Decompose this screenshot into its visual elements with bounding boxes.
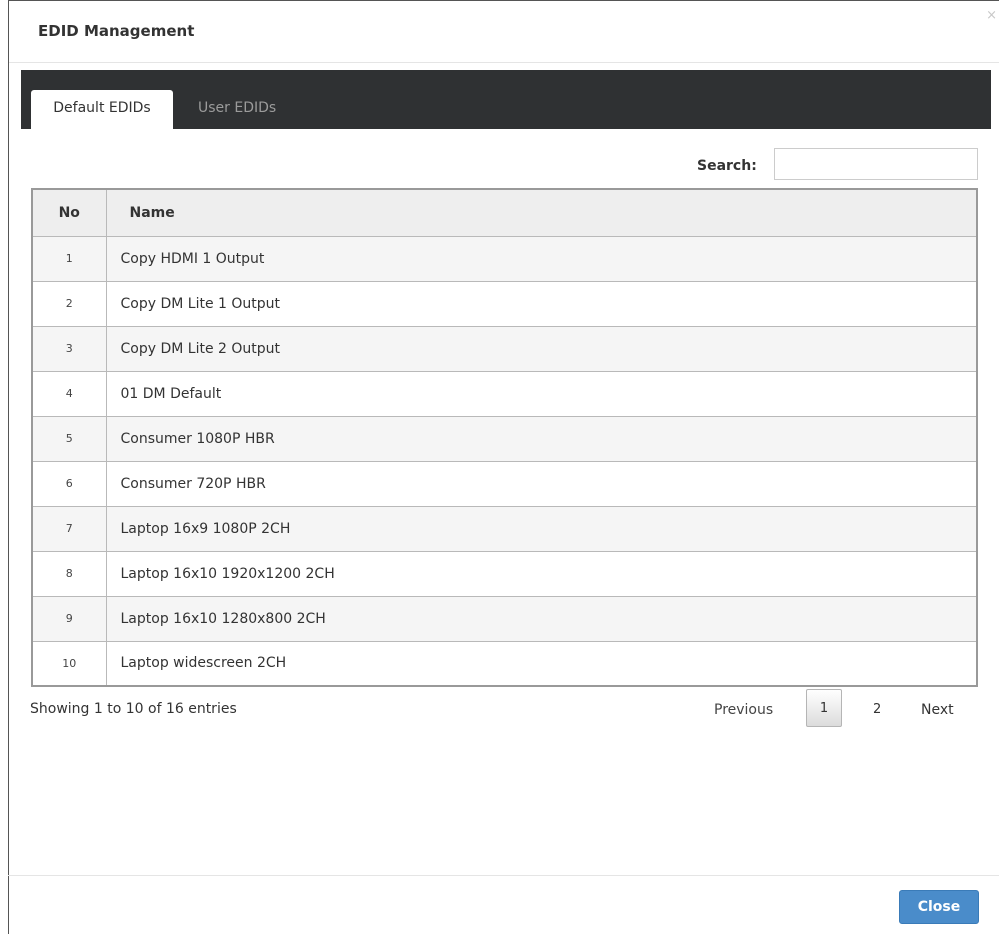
row-number: 3 [31,325,107,372]
modal-footer [8,875,999,934]
row-name: Laptop 16x10 1280x800 2CH [105,595,978,642]
row-name: Copy HDMI 1 Output [105,235,978,282]
column-header-name[interactable]: Name [105,188,978,237]
row-name: Copy DM Lite 2 Output [105,325,978,372]
modal-title: EDID Management [38,22,195,40]
row-name: Laptop 16x9 1080P 2CH [105,505,978,552]
table-row[interactable]: 9 Laptop 16x10 1280x800 2CH [31,595,978,642]
row-number: 9 [31,595,107,642]
table-row[interactable]: 3 Copy DM Lite 2 Output [31,325,978,372]
row-name: Consumer 1080P HBR [105,415,978,462]
search-input[interactable] [774,148,978,180]
pagination-next[interactable]: Next [921,702,954,718]
table-row[interactable]: 10 Laptop widescreen 2CH [31,640,978,687]
row-number: 5 [31,415,107,462]
edid-table: No Name 1 Copy HDMI 1 Output 2 Copy DM Lit… [31,188,978,687]
row-name: 01 DM Default [105,370,978,417]
table-row[interactable]: 5 Consumer 1080P HBR [31,415,978,462]
row-number: 2 [31,280,107,327]
close-button[interactable]: Close [899,890,979,924]
modal-header: EDID Management × [9,1,999,63]
table-row[interactable]: 1 Copy HDMI 1 Output [31,235,978,282]
table-row[interactable]: 7 Laptop 16x9 1080P 2CH [31,505,978,552]
table-row[interactable]: 2 Copy DM Lite 1 Output [31,280,978,327]
row-name: Copy DM Lite 1 Output [105,280,978,327]
row-name: Laptop widescreen 2CH [105,640,978,687]
pagination-page-1[interactable]: 1 [806,689,842,727]
tab-bar: Default EDIDs User EDIDs [21,70,991,129]
table-info: Showing 1 to 10 of 16 entries [30,701,237,717]
column-header-no[interactable]: No [31,188,107,237]
tab-default-edids[interactable]: Default EDIDs [31,90,173,129]
table-header-row: No Name [31,188,978,237]
tab-user-edids[interactable]: User EDIDs [198,90,276,129]
table-row[interactable]: 8 Laptop 16x10 1920x1200 2CH [31,550,978,597]
close-icon[interactable]: × [986,9,997,22]
pagination-page-2[interactable]: 2 [873,702,881,717]
row-number: 7 [31,505,107,552]
row-number: 4 [31,370,107,417]
row-name: Consumer 720P HBR [105,460,978,507]
row-number: 8 [31,550,107,597]
search-label: Search: [697,158,757,174]
pagination-previous[interactable]: Previous [714,702,773,718]
row-number: 6 [31,460,107,507]
table-row[interactable]: 4 01 DM Default [31,370,978,417]
row-number: 10 [31,640,107,687]
table-row[interactable]: 6 Consumer 720P HBR [31,460,978,507]
row-number: 1 [31,235,107,282]
row-name: Laptop 16x10 1920x1200 2CH [105,550,978,597]
